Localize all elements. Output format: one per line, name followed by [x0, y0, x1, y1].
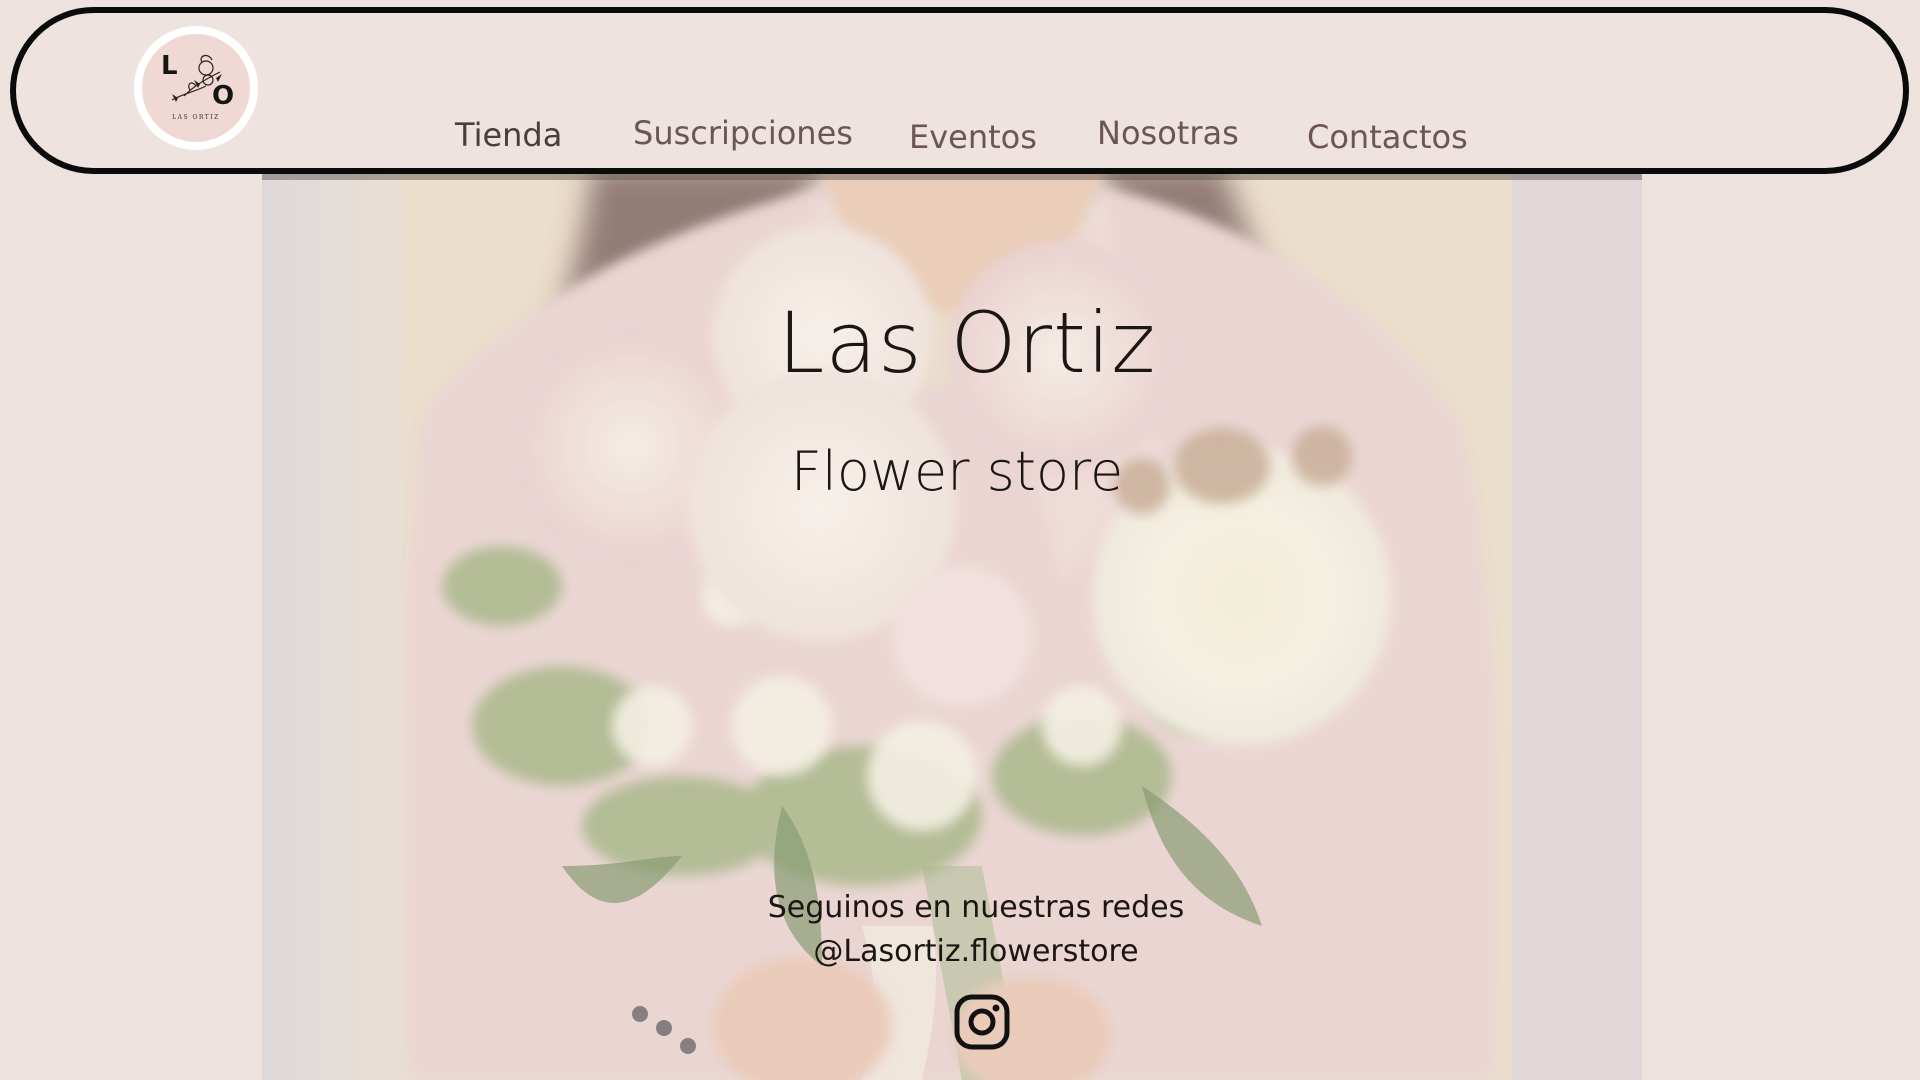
- logo-letter-o: O: [212, 81, 235, 111]
- instagram-icon[interactable]: [952, 992, 1012, 1052]
- hero-subtitle: Flower store: [790, 440, 1124, 503]
- nav-contactos[interactable]: Contactos: [1307, 118, 1468, 156]
- hero-banner: Las Ortiz Flower store Seguinos en nuest…: [262, 166, 1642, 1080]
- social-handle[interactable]: @Lasortiz.flowerstore: [262, 934, 1642, 969]
- hero-title: Las Ortiz: [777, 294, 1157, 392]
- brand-logo[interactable]: L O LAS ORTIZ: [134, 26, 258, 150]
- nav-nosotras[interactable]: Nosotras: [1097, 114, 1239, 152]
- nav-tienda[interactable]: Tienda: [455, 116, 562, 154]
- social-text: Seguinos en nuestras redes: [767, 890, 1185, 925]
- nav-suscripciones[interactable]: Suscripciones: [633, 114, 853, 152]
- nav-eventos[interactable]: Eventos: [909, 118, 1037, 156]
- logo-letter-l: L: [161, 51, 178, 81]
- logo-caption: LAS ORTIZ: [172, 114, 220, 121]
- page: Las Ortiz Flower store Seguinos en nuest…: [0, 0, 1920, 1080]
